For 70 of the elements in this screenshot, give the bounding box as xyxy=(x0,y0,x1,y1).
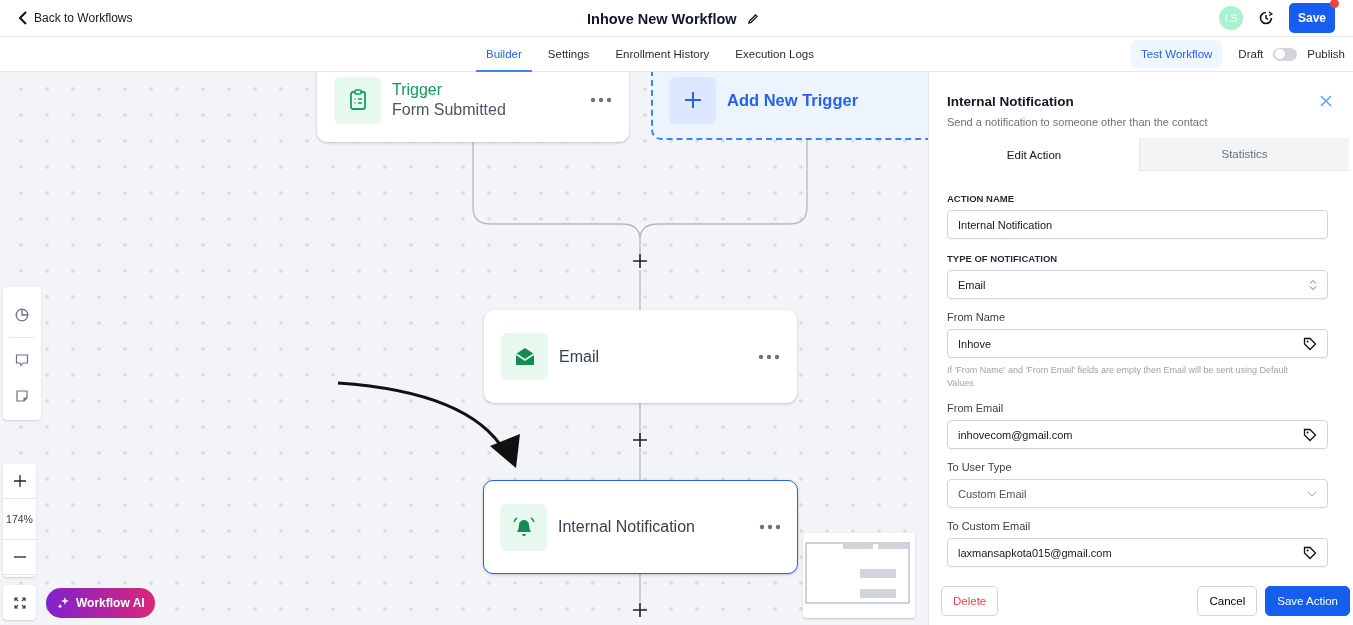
connector-line xyxy=(639,447,641,481)
bell-icon xyxy=(512,516,535,538)
node-title: Email xyxy=(559,347,600,366)
plus-icon xyxy=(13,475,26,487)
test-workflow-button[interactable]: Test Workflow xyxy=(1131,40,1223,68)
nav-tab[interactable]: Settings xyxy=(537,37,600,72)
field-label: To User Type xyxy=(947,461,1012,474)
connector-line xyxy=(639,269,641,311)
sort-arrows-icon xyxy=(1309,278,1317,291)
sticky-note-icon xyxy=(15,389,29,403)
sparkle-icon xyxy=(56,596,70,610)
save-action-button[interactable]: Save Action xyxy=(1265,586,1350,616)
tag-icon[interactable] xyxy=(1303,427,1317,442)
field-label: From Email xyxy=(947,402,1004,415)
history-icon[interactable] xyxy=(1259,11,1273,25)
select-field[interactable]: Custom Email xyxy=(947,479,1328,509)
panel-tab[interactable]: Statistics xyxy=(1139,138,1349,171)
back-link[interactable]: Back to Workflows xyxy=(18,11,133,25)
workflow-node[interactable]: Trigger Form Submitted xyxy=(317,72,629,142)
workflow-node[interactable]: Internal Notification xyxy=(483,480,798,574)
node-subtitle: Form Submitted xyxy=(392,101,507,119)
panel-title: Internal Notification xyxy=(947,94,1074,109)
close-button[interactable] xyxy=(1319,94,1333,108)
publish-toggle[interactable] xyxy=(1273,47,1298,61)
field-label: To Custom Email xyxy=(947,520,1031,533)
more-options-icon[interactable] xyxy=(759,524,781,530)
expand-icon xyxy=(13,596,26,609)
zoom-in-button[interactable] xyxy=(3,464,36,499)
close-icon xyxy=(1319,94,1333,108)
tag-icon[interactable] xyxy=(1303,545,1317,560)
pie-chart-icon xyxy=(15,308,29,322)
connector-line xyxy=(639,402,641,434)
speech-bubble-icon xyxy=(15,353,29,367)
cancel-button[interactable]: Cancel xyxy=(1197,586,1258,616)
text-input[interactable]: Internal Notification xyxy=(947,210,1328,239)
node-title: Internal Notification xyxy=(558,518,696,536)
add-step-icon[interactable] xyxy=(633,433,647,447)
plus-icon xyxy=(683,91,702,109)
text-input[interactable]: Inhove xyxy=(947,329,1328,358)
more-options-icon[interactable] xyxy=(758,353,780,360)
add-step-icon[interactable] xyxy=(633,603,647,617)
nav-tab[interactable]: Execution Logs xyxy=(725,37,824,72)
text-input[interactable]: inhovecom@gmail.com xyxy=(947,420,1328,450)
field-label: ACTION NAME xyxy=(947,193,1015,204)
fit-view-button[interactable] xyxy=(3,585,36,620)
delete-button[interactable]: Delete xyxy=(941,586,999,616)
node-title: Trigger xyxy=(392,81,444,99)
add-trigger-label: Add New Trigger xyxy=(727,90,859,110)
more-options-icon[interactable] xyxy=(590,97,612,103)
tag-icon[interactable] xyxy=(1303,336,1317,351)
envelope-icon xyxy=(513,345,536,368)
publish-label: Publish xyxy=(1307,48,1345,60)
zoom-out-button[interactable] xyxy=(3,540,36,575)
add-trigger-card[interactable]: Add New Trigger xyxy=(651,72,928,140)
helper-text: If 'From Name' and 'From Email' fields are empty then Email will be sent using Default Values xyxy=(947,364,1289,391)
pencil-icon[interactable] xyxy=(746,12,759,25)
text-input[interactable]: laxmansapkota015@gmail.com xyxy=(947,538,1328,568)
select-field[interactable]: Email xyxy=(947,270,1328,299)
panel-subtitle: Send a notification to someone other than the contact xyxy=(947,116,1209,128)
connector-line xyxy=(639,573,641,603)
workflow-ai-button[interactable]: Workflow AI xyxy=(46,588,155,618)
add-step-icon[interactable] xyxy=(633,254,647,268)
chevron-down-icon xyxy=(1307,490,1317,497)
draft-label: Draft xyxy=(1238,48,1264,60)
chevron-left-icon xyxy=(18,11,28,25)
workflow-node[interactable]: Email xyxy=(484,310,797,403)
field-label: From Name xyxy=(947,311,1006,323)
field-label: TYPE OF NOTIFICATION xyxy=(947,253,1058,264)
workflow-title: Inhove New Workflow xyxy=(587,10,737,27)
nav-tab[interactable]: Enrollment History xyxy=(605,37,720,72)
